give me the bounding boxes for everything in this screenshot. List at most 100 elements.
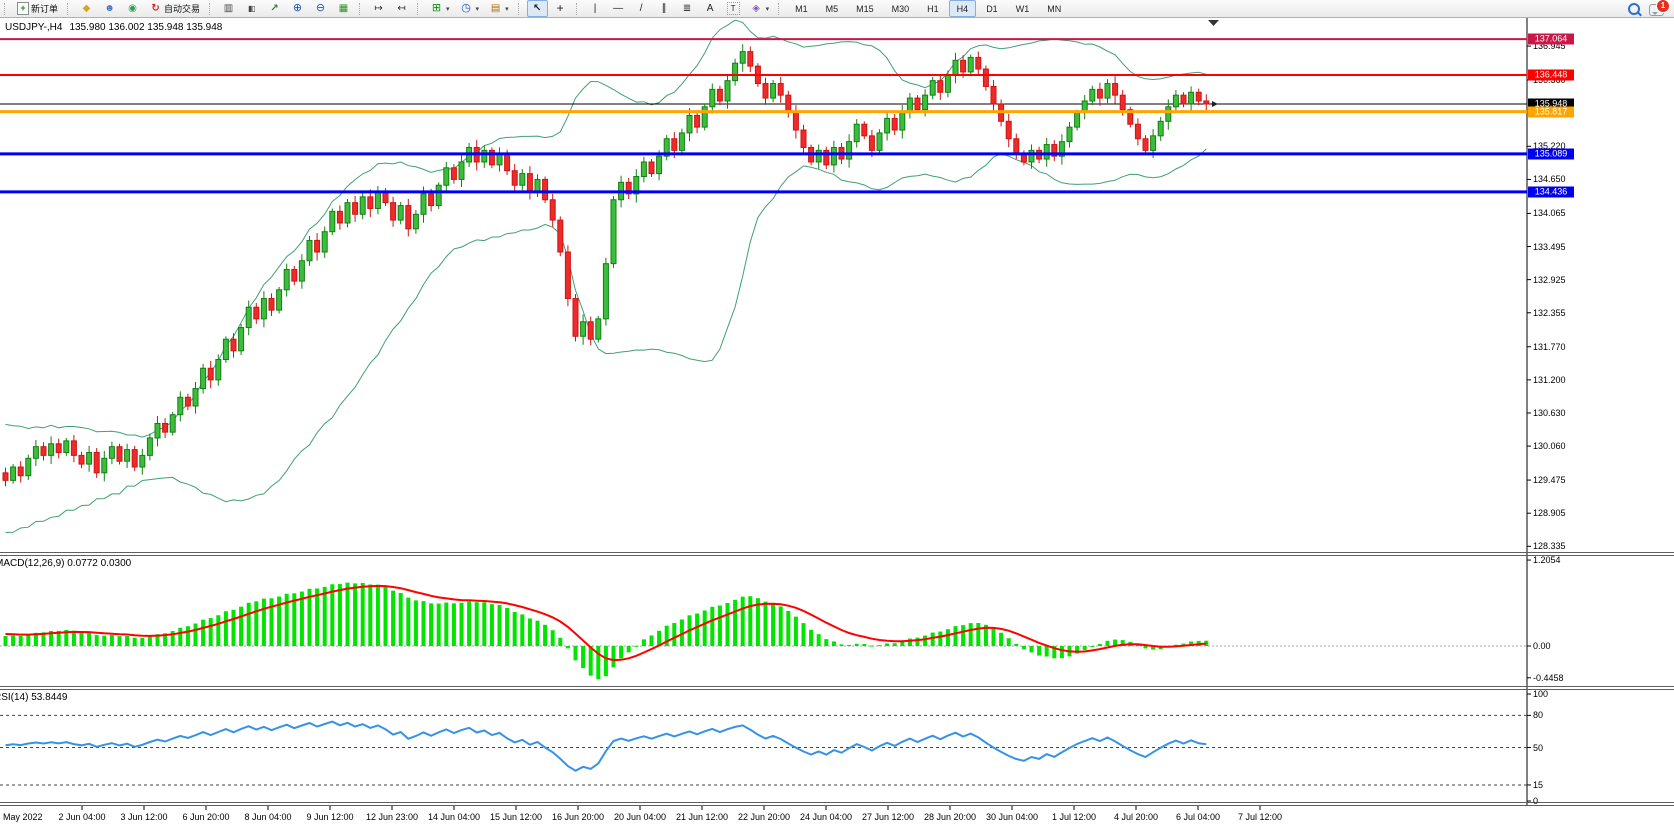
time-axis-label: 3 Jun 12:00 bbox=[120, 812, 167, 822]
price-tick-label: 100 bbox=[1533, 689, 1548, 699]
toolbar-grip bbox=[576, 3, 581, 15]
tf-m15[interactable]: M15 bbox=[848, 0, 882, 17]
tf-m30[interactable]: M30 bbox=[884, 0, 918, 17]
chart-shift-button[interactable] bbox=[368, 0, 389, 17]
price-tick-label: 134.650 bbox=[1533, 174, 1566, 184]
price-tick-label: 15 bbox=[1533, 780, 1543, 790]
time-axis-label: 9 Jun 12:00 bbox=[306, 812, 353, 822]
horizontal-line-button[interactable] bbox=[608, 0, 629, 17]
tf-h1[interactable]: H1 bbox=[919, 0, 947, 17]
indicators-button[interactable]: ▾ bbox=[426, 0, 454, 17]
tile-windows-button[interactable] bbox=[333, 0, 354, 17]
fibonacci-button[interactable] bbox=[677, 0, 698, 17]
chat-icon[interactable]: 1 bbox=[1649, 4, 1664, 16]
auto-scroll-button[interactable] bbox=[391, 0, 412, 17]
price-tick-label: 130.630 bbox=[1533, 408, 1566, 418]
channel-button[interactable] bbox=[654, 0, 675, 17]
text-button[interactable] bbox=[700, 0, 721, 17]
price-line-badge: 135.817 bbox=[1528, 106, 1574, 117]
price-tick-label: 129.475 bbox=[1533, 475, 1566, 485]
trendline-button[interactable] bbox=[631, 0, 652, 17]
macd-indicator-label: MACD(12,26,9) 0.0772 0.0300 bbox=[0, 558, 131, 569]
zoom-out-button[interactable] bbox=[310, 0, 331, 17]
tile-windows-icon bbox=[337, 2, 350, 15]
tf-m5[interactable]: M5 bbox=[818, 0, 847, 17]
periods-button[interactable]: ▾ bbox=[456, 0, 484, 17]
price-line-badge: 136.448 bbox=[1528, 69, 1574, 80]
tf-h4-label: H4 bbox=[953, 4, 973, 14]
time-axis-label: 7 Jul 12:00 bbox=[1238, 812, 1282, 822]
time-axis-label: 16 Jun 20:00 bbox=[552, 812, 604, 822]
toolbar-grip bbox=[209, 3, 214, 15]
toolbar: 新订单 自动交易 ▾ ▾ ▾ ▾ M1M5M15 M30 H1 H4 D1W1MN 1 bbox=[0, 0, 1674, 18]
price-tick-label: 130.060 bbox=[1533, 441, 1566, 451]
price-tick-label: -0.4458 bbox=[1533, 673, 1564, 683]
time-axis-label: 28 Jun 20:00 bbox=[924, 812, 976, 822]
chart-canvas[interactable] bbox=[0, 17, 1674, 825]
dropdown-caret-icon[interactable]: ▾ bbox=[446, 5, 450, 13]
periods-icon bbox=[460, 2, 473, 15]
vertical-line-button[interactable] bbox=[585, 0, 606, 17]
time-axis-label: 24 Jun 04:00 bbox=[800, 812, 852, 822]
line-chart-button[interactable] bbox=[264, 0, 285, 17]
data-window-button[interactable] bbox=[99, 0, 120, 17]
candlestick-chart-button[interactable] bbox=[241, 0, 262, 17]
time-axis-label: 6 Jun 20:00 bbox=[182, 812, 229, 822]
horizontal-line-icon bbox=[612, 2, 625, 15]
shapes-button[interactable]: ▾ bbox=[746, 0, 774, 17]
price-tick-label: 131.770 bbox=[1533, 342, 1566, 352]
templates-button[interactable]: ▾ bbox=[485, 0, 513, 17]
toolbar-grip bbox=[518, 3, 523, 15]
crosshair-button[interactable] bbox=[550, 0, 571, 17]
tf-d1[interactable]: D1 bbox=[978, 0, 1006, 17]
price-tick-label: 80 bbox=[1533, 710, 1543, 720]
notification-badge: 1 bbox=[1656, 0, 1670, 13]
tf-m30-label: M30 bbox=[888, 4, 914, 14]
price-tick-label: 133.495 bbox=[1533, 242, 1566, 252]
toolbar-grip bbox=[417, 3, 422, 15]
bollinger-lower-band bbox=[6, 149, 1207, 533]
time-axis-label: 15 Jun 12:00 bbox=[490, 812, 542, 822]
market-watch-button[interactable] bbox=[76, 0, 97, 17]
price-tick-label: 134.065 bbox=[1533, 208, 1566, 218]
time-axis-label: 30 Jun 04:00 bbox=[986, 812, 1038, 822]
time-axis-label: 22 Jun 20:00 bbox=[738, 812, 790, 822]
dropdown-caret-icon[interactable]: ▾ bbox=[505, 5, 509, 13]
cursor-icon bbox=[531, 2, 544, 15]
price-tick-label: 132.355 bbox=[1533, 308, 1566, 318]
tf-m1[interactable]: M1 bbox=[787, 0, 816, 17]
indicators-icon bbox=[430, 2, 443, 15]
new-order-button[interactable]: 新订单 bbox=[13, 0, 62, 17]
toolbar-grip bbox=[778, 3, 783, 15]
navigator-icon bbox=[126, 2, 139, 15]
tf-h4[interactable]: H4 bbox=[949, 0, 977, 17]
shapes-icon bbox=[750, 2, 763, 15]
dropdown-caret-icon[interactable]: ▾ bbox=[766, 5, 770, 13]
auto-trading-button[interactable]: 自动交易 bbox=[145, 0, 204, 17]
bollinger-upper-band bbox=[6, 20, 1207, 437]
toolbar-grip bbox=[67, 3, 72, 15]
templates-icon bbox=[489, 2, 502, 15]
dropdown-caret-icon[interactable]: ▾ bbox=[476, 5, 480, 13]
zoom-in-button[interactable] bbox=[287, 0, 308, 17]
price-tick-label: 131.200 bbox=[1533, 375, 1566, 385]
search-icon[interactable] bbox=[1628, 3, 1640, 15]
time-axis-label: 20 Jun 04:00 bbox=[614, 812, 666, 822]
tf-mn[interactable]: MN bbox=[1039, 0, 1069, 17]
trendline-icon bbox=[635, 2, 648, 15]
chart-shift-marker bbox=[1208, 20, 1219, 26]
rsi-indicator-label: RSI(14) 53.8449 bbox=[0, 692, 67, 703]
navigator-button[interactable] bbox=[122, 0, 143, 17]
bar-chart-button[interactable] bbox=[218, 0, 239, 17]
ohlc-values: 135.980 136.002 135.948 135.948 bbox=[69, 22, 222, 33]
cursor-button[interactable] bbox=[527, 0, 548, 17]
chart-window[interactable]: USDJPY-,H4135.980 136.002 135.948 135.94… bbox=[0, 17, 1674, 825]
chart-shift-icon bbox=[372, 2, 385, 15]
macd-panel bbox=[0, 583, 1527, 680]
time-axis-label: 2 Jun 04:00 bbox=[58, 812, 105, 822]
price-line-badge: 134.436 bbox=[1528, 186, 1574, 197]
zoom-out-icon bbox=[314, 2, 327, 15]
tf-w1[interactable]: W1 bbox=[1008, 0, 1038, 17]
text-label-button[interactable] bbox=[723, 0, 744, 17]
text-icon bbox=[704, 2, 717, 15]
